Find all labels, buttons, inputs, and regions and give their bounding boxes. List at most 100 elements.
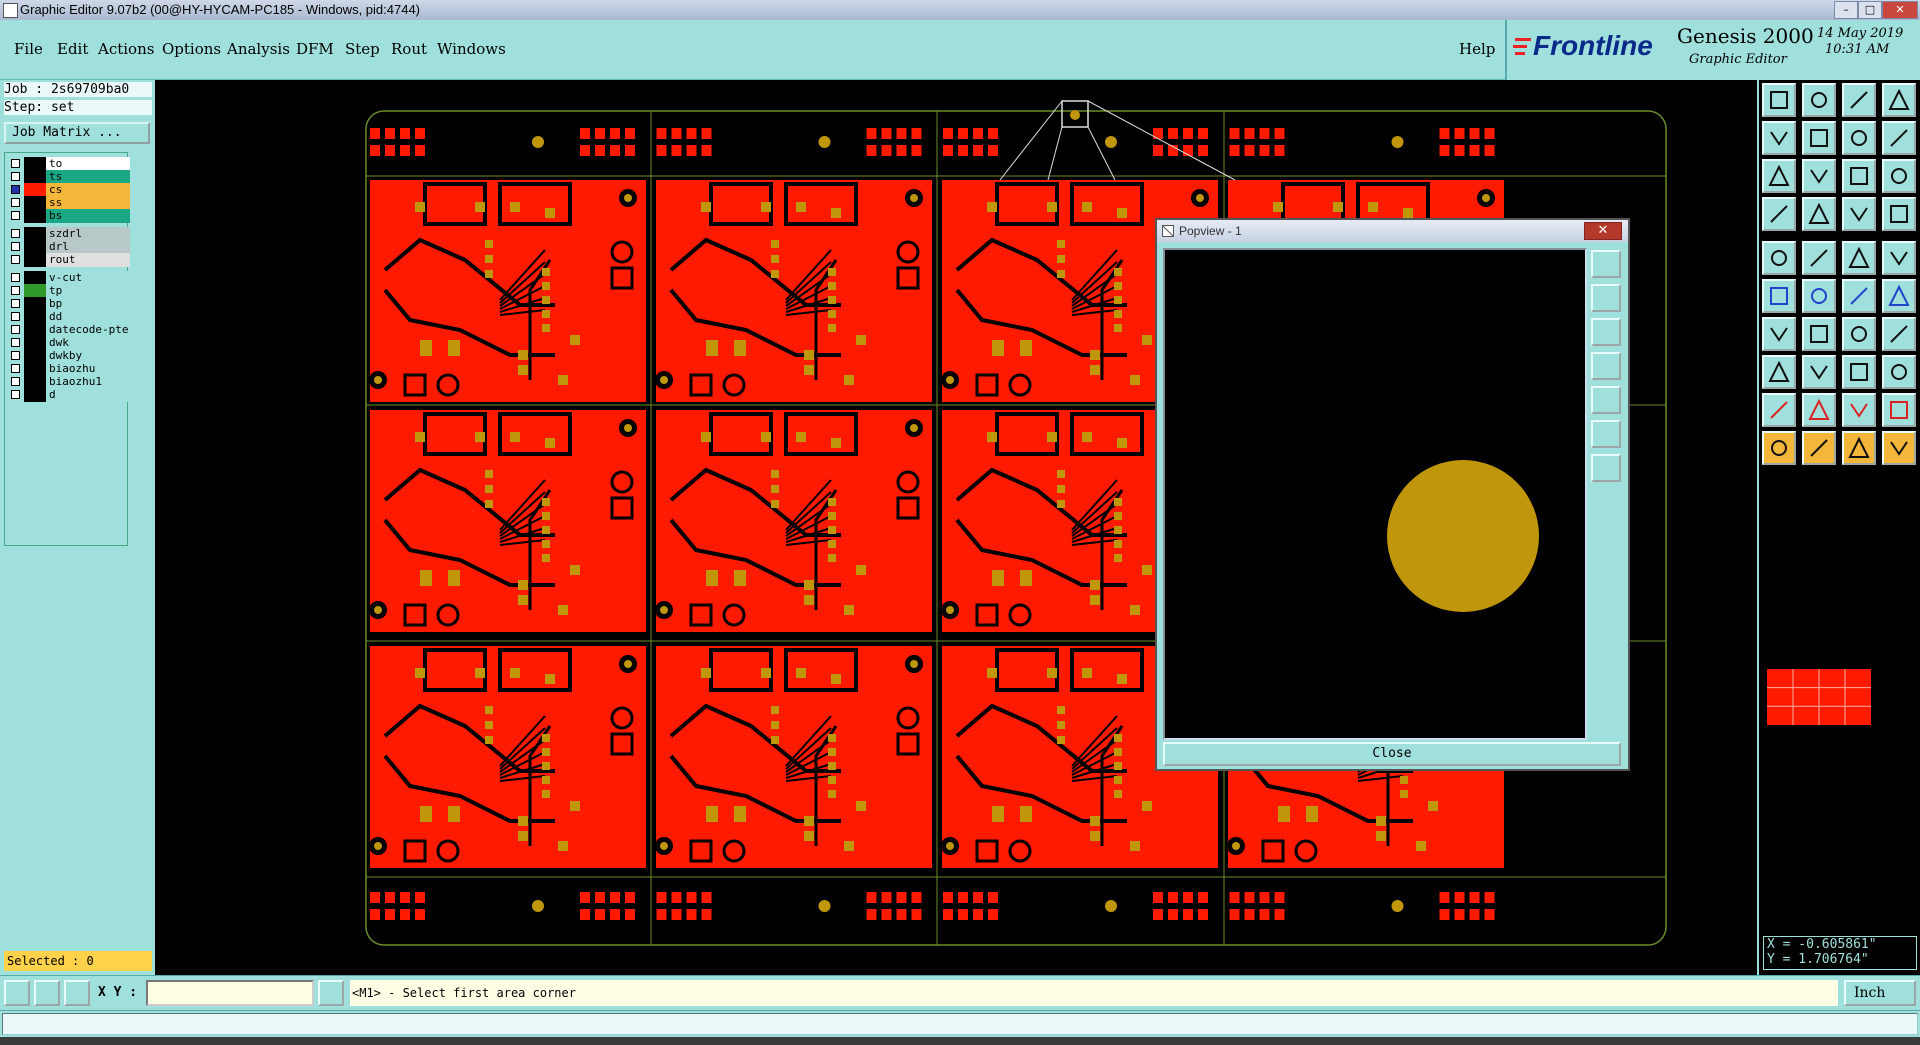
xy-input[interactable] bbox=[146, 980, 314, 1006]
redraw-icon[interactable] bbox=[1882, 121, 1916, 155]
outline-icon[interactable] bbox=[1882, 393, 1916, 427]
layer-name[interactable]: biaozhu bbox=[46, 362, 130, 376]
layer-name[interactable]: rout bbox=[46, 253, 130, 267]
rotate-icon[interactable] bbox=[1842, 317, 1876, 351]
layer-name[interactable]: dwkby bbox=[46, 349, 130, 363]
layer-row-biaozhu[interactable]: biaozhu bbox=[8, 362, 130, 376]
layer-name[interactable]: tp bbox=[46, 284, 130, 298]
layer-checkbox[interactable] bbox=[11, 312, 20, 321]
cursor-icon[interactable] bbox=[318, 980, 344, 1006]
drill-icon[interactable] bbox=[1882, 197, 1916, 231]
add-line-icon[interactable] bbox=[1762, 279, 1796, 313]
layer-row-bs[interactable]: bs bbox=[8, 209, 130, 223]
menu-windows[interactable]: Windows bbox=[437, 40, 506, 58]
layer-row-dd[interactable]: dd bbox=[8, 310, 130, 324]
net-icon[interactable] bbox=[1842, 197, 1876, 231]
layer-row-bp[interactable]: bp bbox=[8, 297, 130, 311]
fit-icon[interactable] bbox=[1762, 159, 1796, 193]
menu-help[interactable]: Help bbox=[1459, 40, 1495, 58]
layer-checkbox[interactable] bbox=[11, 351, 20, 360]
resize-icon[interactable] bbox=[1802, 355, 1836, 389]
layer-name[interactable]: to bbox=[46, 157, 130, 171]
layer-row-biaozhu1[interactable]: biaozhu1 bbox=[8, 375, 130, 389]
layer-name[interactable]: drl bbox=[46, 240, 130, 254]
menu-file[interactable]: File bbox=[14, 40, 43, 58]
menu-edit[interactable]: Edit bbox=[57, 40, 88, 58]
layer-row-szdrl[interactable]: szdrl bbox=[8, 227, 130, 241]
units-selector[interactable]: Inch bbox=[1844, 980, 1916, 1006]
layer-checkbox[interactable] bbox=[11, 159, 20, 168]
layer-row-dwk[interactable]: dwk bbox=[8, 336, 130, 350]
connect-icon[interactable] bbox=[1842, 279, 1876, 313]
popview-close-x[interactable]: ✕ bbox=[1584, 222, 1622, 240]
select-route-icon[interactable] bbox=[1882, 431, 1916, 465]
menu-options[interactable]: Options bbox=[162, 40, 221, 58]
layer-name[interactable]: v-cut bbox=[46, 271, 130, 285]
layer-name[interactable]: dd bbox=[46, 310, 130, 324]
layer-color-swatch[interactable] bbox=[24, 209, 46, 223]
layer-row-cs[interactable]: cs bbox=[8, 183, 130, 197]
layer-row-datecode-pte[interactable]: datecode-pte bbox=[8, 323, 130, 337]
grid-icon[interactable] bbox=[64, 980, 90, 1006]
pad-icon[interactable] bbox=[1802, 197, 1836, 231]
layer-color-swatch[interactable] bbox=[24, 196, 46, 210]
layer-row-rout[interactable]: rout bbox=[8, 253, 130, 267]
layer-name[interactable]: bp bbox=[46, 297, 130, 311]
layer-name[interactable]: ss bbox=[46, 196, 130, 210]
layer-color-swatch[interactable] bbox=[24, 240, 46, 254]
layer-row-d[interactable]: d bbox=[8, 388, 130, 402]
copy-icon[interactable] bbox=[1882, 355, 1916, 389]
zoom-area-icon[interactable] bbox=[4, 980, 30, 1006]
layer-checkbox[interactable] bbox=[11, 255, 20, 264]
popview-center-icon[interactable] bbox=[1591, 454, 1621, 482]
popview-zoom-in-icon[interactable] bbox=[1591, 250, 1621, 278]
layer-checkbox[interactable] bbox=[11, 377, 20, 386]
menu-dfm[interactable]: DFM bbox=[296, 40, 334, 58]
scale-icon[interactable] bbox=[1842, 159, 1876, 193]
layer-color-swatch[interactable] bbox=[24, 170, 46, 184]
layer-row-tp[interactable]: tp bbox=[8, 284, 130, 298]
layer-color-swatch[interactable] bbox=[24, 253, 46, 267]
menu-step[interactable]: Step bbox=[345, 40, 380, 58]
layer-name[interactable]: d bbox=[46, 388, 130, 402]
zoom-window-icon[interactable] bbox=[1842, 121, 1876, 155]
pan-left-icon[interactable] bbox=[1762, 121, 1796, 155]
layer-name[interactable]: bs bbox=[46, 209, 130, 223]
layer-color-swatch[interactable] bbox=[24, 157, 46, 171]
angle-icon[interactable] bbox=[1802, 241, 1836, 275]
layer-name[interactable]: ts bbox=[46, 170, 130, 184]
layer-row-ss[interactable]: ss bbox=[8, 196, 130, 210]
command-line[interactable] bbox=[0, 1010, 1920, 1037]
mirror-icon[interactable] bbox=[1882, 317, 1916, 351]
dot-icon[interactable] bbox=[1882, 241, 1916, 275]
layer-name[interactable]: dwk bbox=[46, 336, 130, 350]
zoom-fit-icon[interactable] bbox=[1802, 83, 1836, 117]
select-icon[interactable] bbox=[1762, 431, 1796, 465]
layer-row-dwkby[interactable]: dwkby bbox=[8, 349, 130, 363]
ruler-icon[interactable] bbox=[1842, 241, 1876, 275]
layer-checkbox[interactable] bbox=[11, 229, 20, 238]
triangle-icon[interactable] bbox=[1762, 393, 1796, 427]
popview-left-icon[interactable] bbox=[1591, 352, 1621, 380]
layer-color-swatch[interactable] bbox=[24, 183, 46, 197]
zoom-home-icon[interactable] bbox=[1762, 83, 1796, 117]
popview-fit-icon[interactable] bbox=[1591, 318, 1621, 346]
popview-canvas[interactable] bbox=[1163, 248, 1587, 740]
move-icon[interactable] bbox=[1762, 355, 1796, 389]
measure-mode-icon[interactable] bbox=[34, 980, 60, 1006]
layer-color-swatch[interactable] bbox=[24, 375, 46, 389]
layer-checkbox[interactable] bbox=[11, 242, 20, 251]
menu-actions[interactable]: Actions bbox=[98, 40, 154, 58]
menu-analysis[interactable]: Analysis bbox=[227, 40, 290, 58]
popview-zoom-out-icon[interactable] bbox=[1591, 420, 1621, 448]
layer-color-swatch[interactable] bbox=[24, 284, 46, 298]
layer-checkbox[interactable] bbox=[11, 198, 20, 207]
layer-checkbox[interactable] bbox=[11, 299, 20, 308]
measure-icon[interactable] bbox=[1762, 197, 1796, 231]
layer-color-swatch[interactable] bbox=[24, 323, 46, 337]
center-icon[interactable] bbox=[1802, 159, 1836, 193]
layer-checkbox[interactable] bbox=[11, 211, 20, 220]
align-icon[interactable] bbox=[1842, 355, 1876, 389]
layer-color-swatch[interactable] bbox=[24, 349, 46, 363]
layer-color-swatch[interactable] bbox=[24, 310, 46, 324]
